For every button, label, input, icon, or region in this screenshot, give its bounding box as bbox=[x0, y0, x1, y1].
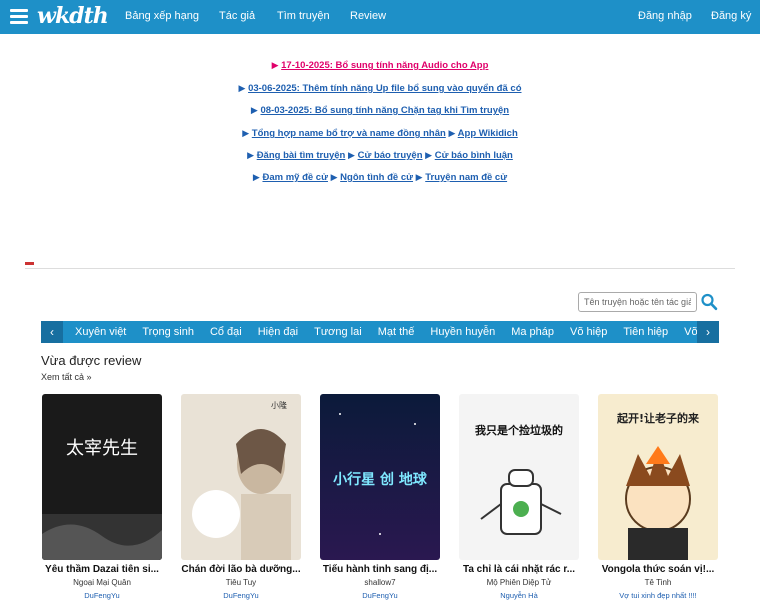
book-card[interactable]: 起开!让老子的来 Vongola thức soán vị!... Tê Tin… bbox=[598, 394, 718, 600]
nav-ranking[interactable]: Bảng xếp hạng bbox=[125, 10, 199, 22]
reviewer-name[interactable]: DuFengYu bbox=[320, 591, 440, 600]
book-author: Ngoại Mại Quân bbox=[73, 578, 131, 587]
link-post-request[interactable]: Đăng bài tìm truyện bbox=[257, 150, 346, 161]
book-author: Mộ Phiên Diệp Tử bbox=[486, 578, 552, 587]
announcement-link-audio[interactable]: 17-10-2025: Bổ sung tính năng Audio cho … bbox=[281, 60, 488, 71]
divider bbox=[25, 268, 735, 269]
genre-bar: ‹ Xuyên việt Trọng sinh Cổ đại Hiện đại Tươn… bbox=[41, 321, 719, 343]
announcement-1: ▶ 17-10-2025: Bổ sung tính năng Audio ch… bbox=[0, 60, 760, 71]
triangle-icon: ▶ bbox=[242, 128, 250, 138]
link-name-collection[interactable]: Tổng hợp name bổ trợ và name đồng nhân bbox=[252, 128, 446, 139]
chevron-right-icon[interactable]: › bbox=[697, 321, 719, 343]
announcement-link-upload[interactable]: 03-06-2025: Thêm tính năng Up file bổ su… bbox=[248, 83, 521, 94]
menu-icon[interactable] bbox=[10, 9, 28, 25]
triangle-icon: ▶ bbox=[250, 105, 258, 115]
announcement-link-block-tag[interactable]: 08-03-2025: Bổ sung tính năng Chặn tag k… bbox=[260, 105, 509, 116]
triangle-icon: ▶ bbox=[348, 150, 355, 160]
genre-item[interactable]: Tiên hiệp bbox=[615, 321, 676, 343]
book-cover[interactable]: 我只是个捡垃圾的 bbox=[459, 394, 579, 560]
search-icon[interactable] bbox=[700, 292, 718, 312]
triangle-icon: ▶ bbox=[271, 60, 279, 70]
announcement-3: ▶ 08-03-2025: Bổ sung tính năng Chặn tag… bbox=[0, 105, 760, 116]
link-report-story[interactable]: Cử báo truyện bbox=[358, 150, 423, 161]
triangle-icon: ▶ bbox=[448, 128, 456, 138]
cover-title-text: 起开!让老子的来 bbox=[616, 411, 700, 425]
book-title[interactable]: Ta chỉ là cái nhặt rác r... bbox=[459, 564, 579, 575]
login-link[interactable]: Đăng nhập bbox=[638, 10, 692, 22]
reviewer-name[interactable]: DuFengYu bbox=[181, 591, 301, 600]
triangle-icon: ▶ bbox=[425, 150, 433, 160]
book-author: Tê Tinh bbox=[644, 578, 672, 587]
book-author: Tiêu Tuy bbox=[225, 578, 257, 587]
genre-list: Xuyên việt Trọng sinh Cổ đại Hiện đại Tương … bbox=[67, 321, 718, 343]
genre-item[interactable]: Xuyên việt bbox=[67, 321, 134, 343]
announcement-5: ▶ Đăng bài tìm truyện ▶ Cử báo truyện ▶ … bbox=[0, 150, 760, 161]
link-report-comment[interactable]: Cử báo bình luận bbox=[435, 150, 513, 161]
nav-review[interactable]: Review bbox=[350, 10, 386, 22]
triangle-icon: ▶ bbox=[238, 83, 246, 93]
register-link[interactable]: Đăng ký bbox=[711, 10, 751, 22]
broken-image bbox=[25, 262, 34, 265]
link-danmei-recommend[interactable]: Đam mỹ đề cử bbox=[262, 172, 328, 183]
genre-item[interactable]: Tương lai bbox=[306, 321, 370, 343]
top-navbar: wkdth Bảng xếp hạng Tác giả Tìm truyện R… bbox=[0, 0, 760, 34]
genre-item[interactable]: Võ hiệp bbox=[562, 321, 615, 343]
announcement-2: ▶ 03-06-2025: Thêm tính năng Up file bổ … bbox=[0, 83, 760, 94]
genre-item[interactable]: Huyền huyễn bbox=[422, 321, 503, 343]
link-app[interactable]: App Wikidich bbox=[458, 128, 518, 139]
chevron-left-icon[interactable]: ‹ bbox=[41, 321, 63, 343]
link-male-recommend[interactable]: Truyện nam đề cử bbox=[425, 172, 507, 183]
reviewer-name[interactable]: Nguyễn Hà bbox=[459, 591, 579, 600]
cover-title-text: 小行星 创 地球 bbox=[333, 471, 428, 488]
announcement-6: ▶ Đam mỹ đề cử ▶ Ngôn tình đề cử ▶ Truyệ… bbox=[0, 172, 760, 183]
section-title-recent-reviews: Vừa được review bbox=[41, 353, 142, 368]
genre-item[interactable]: Trọng sinh bbox=[134, 321, 202, 343]
book-title[interactable]: Chán đời lão bà dưỡng... bbox=[181, 564, 301, 575]
reviewer-name[interactable]: DuFengYu bbox=[42, 591, 162, 600]
triangle-icon: ▶ bbox=[415, 172, 423, 182]
triangle-icon: ▶ bbox=[330, 172, 338, 182]
genre-item[interactable]: Ma pháp bbox=[503, 321, 562, 343]
nav-authors[interactable]: Tác giả bbox=[219, 10, 255, 22]
book-cover[interactable]: 小隆 bbox=[181, 394, 301, 560]
site-logo[interactable]: wkdth bbox=[37, 3, 109, 29]
genre-item[interactable]: Hiện đại bbox=[250, 321, 306, 343]
book-title[interactable]: Yêu thầm Dazai tiên si... bbox=[42, 564, 162, 575]
announcement-4: ▶ Tổng hợp name bổ trợ và name đồng nhân… bbox=[0, 128, 760, 139]
cover-title-text: 小隆 bbox=[271, 400, 287, 410]
genre-item[interactable]: Mạt thế bbox=[370, 321, 423, 343]
book-card[interactable]: 我只是个捡垃圾的 Ta chỉ là cái nhặt rác r... Mộ … bbox=[459, 394, 579, 600]
cover-title-text: 太宰先生 bbox=[66, 438, 138, 459]
see-all-link[interactable]: Xem tất cả » bbox=[41, 372, 92, 382]
reviewer-name[interactable]: Vợ tui xinh đẹp nhất !!!! bbox=[598, 591, 718, 600]
book-title[interactable]: Vongola thức soán vị!... bbox=[598, 564, 718, 575]
book-cover[interactable]: 小行星 创 地球 bbox=[320, 394, 440, 560]
nav-search-stories[interactable]: Tìm truyện bbox=[277, 10, 330, 22]
genre-item[interactable]: Cổ đại bbox=[202, 321, 250, 343]
book-card[interactable]: 太宰先生 Yêu thầm Dazai tiên si... Ngoại Mại… bbox=[42, 394, 162, 600]
book-author: shallow7 bbox=[364, 578, 396, 587]
cover-title-text: 我只是个捡垃圾的 bbox=[475, 423, 563, 437]
book-cover[interactable]: 起开!让老子的来 bbox=[598, 394, 718, 560]
book-cover[interactable]: 太宰先生 bbox=[42, 394, 162, 560]
book-card[interactable]: 小行星 创 地球 Tiểu hành tinh sang đị... shall… bbox=[320, 394, 440, 600]
triangle-icon: ▶ bbox=[247, 150, 255, 160]
triangle-icon: ▶ bbox=[252, 172, 260, 182]
book-title[interactable]: Tiểu hành tinh sang đị... bbox=[320, 564, 440, 575]
book-card[interactable]: 小隆 Chán đời lão bà dưỡng... Tiêu Tuy DuF… bbox=[181, 394, 301, 600]
search-input[interactable] bbox=[578, 292, 697, 312]
link-romance-recommend[interactable]: Ngôn tình đề cử bbox=[340, 172, 413, 183]
